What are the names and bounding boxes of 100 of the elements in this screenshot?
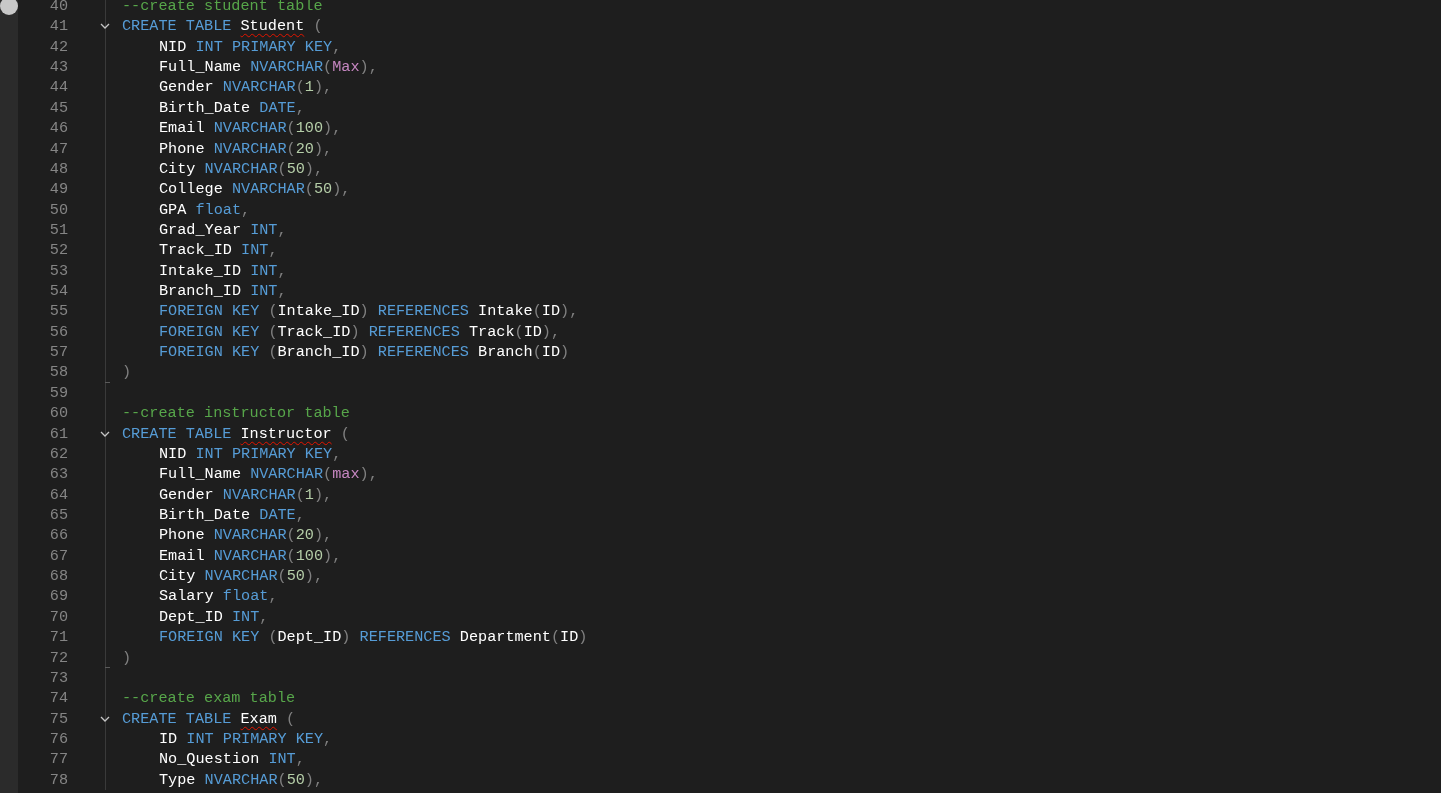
code-keyword: INT <box>250 260 278 282</box>
code-punctuation: ( <box>286 525 296 546</box>
line-number: 69 <box>48 586 68 607</box>
code-identifier: Intake_ID <box>277 301 360 322</box>
code-identifier: Phone <box>159 525 206 546</box>
line-number: 75 <box>48 708 68 729</box>
code-punctuation: ), <box>323 118 342 139</box>
code-punctuation: , <box>332 443 342 465</box>
code-identifier: Student <box>240 16 305 37</box>
chevron-down-icon[interactable] <box>100 715 110 723</box>
code-keyword: INT <box>250 219 278 241</box>
line-number: 41 <box>48 16 68 37</box>
code-number: 1 <box>304 484 314 505</box>
code-keyword: NVARCHAR <box>213 138 287 159</box>
line-number: 63 <box>48 464 68 485</box>
line-number: 62 <box>48 443 68 465</box>
line-number: 78 <box>48 769 68 790</box>
line-number: 72 <box>48 647 68 668</box>
code-identifier: Branch_ID <box>277 342 360 363</box>
code-identifier: Dept_ID <box>159 606 224 628</box>
code-identifier: ID <box>541 301 561 322</box>
code-punctuation: , <box>268 586 278 607</box>
code-number: 20 <box>295 525 314 546</box>
code-punctuation: ) <box>578 627 588 648</box>
code-punctuation: ), <box>314 484 333 505</box>
code-identifier: Email <box>159 118 206 139</box>
code-punctuation: , <box>295 749 305 770</box>
code-keyword: FOREIGN KEY <box>159 301 261 322</box>
code-punctuation: ) <box>122 647 132 668</box>
chevron-down-icon[interactable] <box>100 430 110 438</box>
code-identifier: City <box>159 158 197 180</box>
line-number: 70 <box>48 606 68 628</box>
code-number: 50 <box>286 566 305 587</box>
code-punctuation: ( <box>277 769 287 790</box>
code-identifier: Instructor <box>240 423 332 444</box>
line-number: 43 <box>48 57 68 78</box>
code-punctuation: ( <box>286 118 296 139</box>
line-number: 76 <box>48 728 68 750</box>
code-punctuation: , <box>241 199 251 220</box>
code-keyword: NVARCHAR <box>213 525 287 546</box>
code-identifier: Email <box>159 545 206 567</box>
code-keyword: float <box>195 199 242 220</box>
line-number: 47 <box>48 138 68 159</box>
code-keyword: NVARCHAR <box>250 464 324 485</box>
code-keyword: NVARCHAR <box>231 179 305 200</box>
code-identifier: Type <box>159 769 197 790</box>
code-identifier: Full_Name <box>159 57 243 78</box>
chevron-down-icon[interactable] <box>100 23 110 31</box>
line-number: 74 <box>48 688 68 709</box>
line-number: 73 <box>48 667 68 689</box>
line-number: 77 <box>48 749 68 770</box>
code-punctuation: ), <box>313 525 333 546</box>
code-punctuation: ), <box>541 321 561 343</box>
code-comment: --create exam table <box>122 688 296 709</box>
code-punctuation: ( <box>295 77 305 98</box>
code-keyword: NVARCHAR <box>250 57 324 78</box>
code-punctuation: ), <box>332 179 351 200</box>
line-number: 60 <box>48 403 68 424</box>
code-identifier: City <box>159 566 197 587</box>
code-punctuation: ( <box>550 627 561 648</box>
code-punctuation: , <box>277 260 287 282</box>
code-identifier: ID <box>541 342 561 363</box>
code-identifier: Track_ID <box>159 240 233 261</box>
code-punctuation: ( <box>295 484 305 505</box>
line-number: 66 <box>48 525 68 546</box>
code-keyword: INT PRIMARY KEY <box>186 728 324 750</box>
code-punctuation: ), <box>359 57 378 78</box>
line-number: 45 <box>48 97 68 119</box>
code-punctuation: ( <box>514 321 524 343</box>
code-keyword: NVARCHAR <box>204 158 278 180</box>
code-punctuation: ) <box>359 342 370 363</box>
code-punctuation: , <box>277 219 287 241</box>
code-punctuation: ), <box>323 545 342 567</box>
code-keyword: NVARCHAR <box>222 77 296 98</box>
line-number: 42 <box>48 36 68 58</box>
code-punctuation: ( <box>323 464 333 485</box>
line-number: 56 <box>48 321 68 343</box>
line-number: 58 <box>48 362 68 383</box>
code-punctuation: ), <box>304 769 324 790</box>
code-punctuation: ), <box>560 301 579 322</box>
code-number: 100 <box>295 545 324 567</box>
code-punctuation: ( <box>532 301 542 322</box>
code-number: 100 <box>295 118 324 139</box>
code-punctuation: ), <box>304 158 324 180</box>
code-punctuation: ( <box>268 321 278 343</box>
code-identifier: Salary <box>159 586 215 607</box>
code-identifier: Grad_Year <box>159 219 243 241</box>
code-keyword: NVARCHAR <box>204 566 278 587</box>
line-number: 71 <box>48 627 68 648</box>
code-identifier: Phone <box>159 138 206 159</box>
code-number: 20 <box>295 138 314 159</box>
code-identifier: Intake <box>478 301 533 322</box>
code-punctuation: ( <box>312 16 323 37</box>
code-keyword: INT PRIMARY KEY <box>195 443 333 465</box>
code-punctuation: ( <box>286 138 296 159</box>
code-comment: --create instructor table <box>122 403 350 424</box>
code-keyword: FOREIGN KEY <box>159 321 261 343</box>
code-keyword: FOREIGN KEY <box>159 342 261 363</box>
code-function: Max <box>332 57 360 78</box>
code-punctuation: , <box>323 728 333 750</box>
